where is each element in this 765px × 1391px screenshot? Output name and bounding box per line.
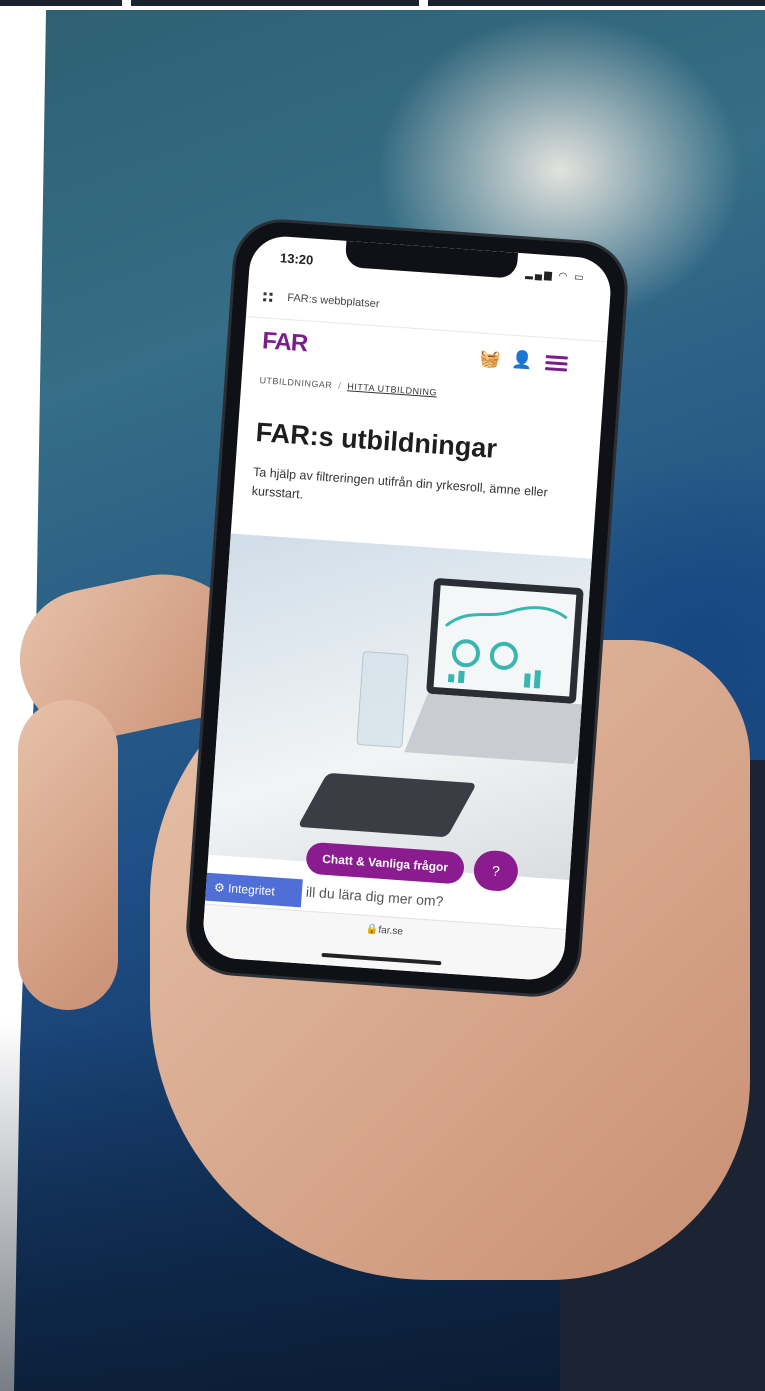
status-time: 13:20 <box>279 250 314 268</box>
privacy-button-label: Integritet <box>227 881 276 899</box>
tablet-illustration <box>297 772 477 838</box>
privacy-button[interactable]: ⚙ Integritet <box>205 872 303 908</box>
lock-icon: 🔒 <box>365 923 379 936</box>
url-display: 🔒far.se <box>203 913 565 949</box>
breadcrumb-current[interactable]: HITTA UTBILDNING <box>347 381 437 397</box>
cart-icon[interactable]: 🧺 <box>479 348 501 369</box>
top-edge-strip <box>0 0 122 6</box>
hero-image <box>208 533 598 880</box>
section-question: ill du lära dig mer om? <box>305 883 444 910</box>
laptop-screen <box>433 585 577 697</box>
phone-screen: 13:20 ▂▄▆ ◠ ▭ FAR:s webbplatser FAR 🧺 👤 … <box>201 234 613 982</box>
status-icons: ▂▄▆ ◠ ▭ <box>525 268 586 284</box>
breadcrumb-first[interactable]: UTBILDNINGAR <box>259 375 333 390</box>
breadcrumb: UTBILDNINGAR / HITTA UTBILDNING <box>259 375 437 397</box>
home-indicator[interactable] <box>321 952 442 966</box>
top-edge-strip <box>131 0 419 6</box>
smartphone: 13:20 ▂▄▆ ◠ ▭ FAR:s webbplatser FAR 🧺 👤 … <box>186 219 628 997</box>
help-button-label: ? <box>491 862 501 880</box>
sites-bar-label: FAR:s webbplatser <box>286 291 380 311</box>
laptop-illustration <box>426 577 584 705</box>
url-text: far.se <box>378 924 404 938</box>
breadcrumb-separator: / <box>338 380 342 391</box>
user-icon[interactable]: 👤 <box>511 350 533 371</box>
left-hand <box>18 700 118 1010</box>
grid-icon <box>263 292 274 303</box>
dashboard-graphic <box>444 606 568 689</box>
page-intro: Ta hjälp av filtreringen utifrån din yrk… <box>251 464 549 502</box>
gear-icon: ⚙ <box>213 880 226 895</box>
page-title: FAR:s utbildningar <box>254 417 498 464</box>
top-edge-strip <box>428 0 765 6</box>
water-glass <box>356 651 409 749</box>
laptop-keyboard <box>404 693 598 765</box>
menu-icon[interactable] <box>544 355 568 372</box>
far-logo[interactable]: FAR <box>261 327 308 358</box>
